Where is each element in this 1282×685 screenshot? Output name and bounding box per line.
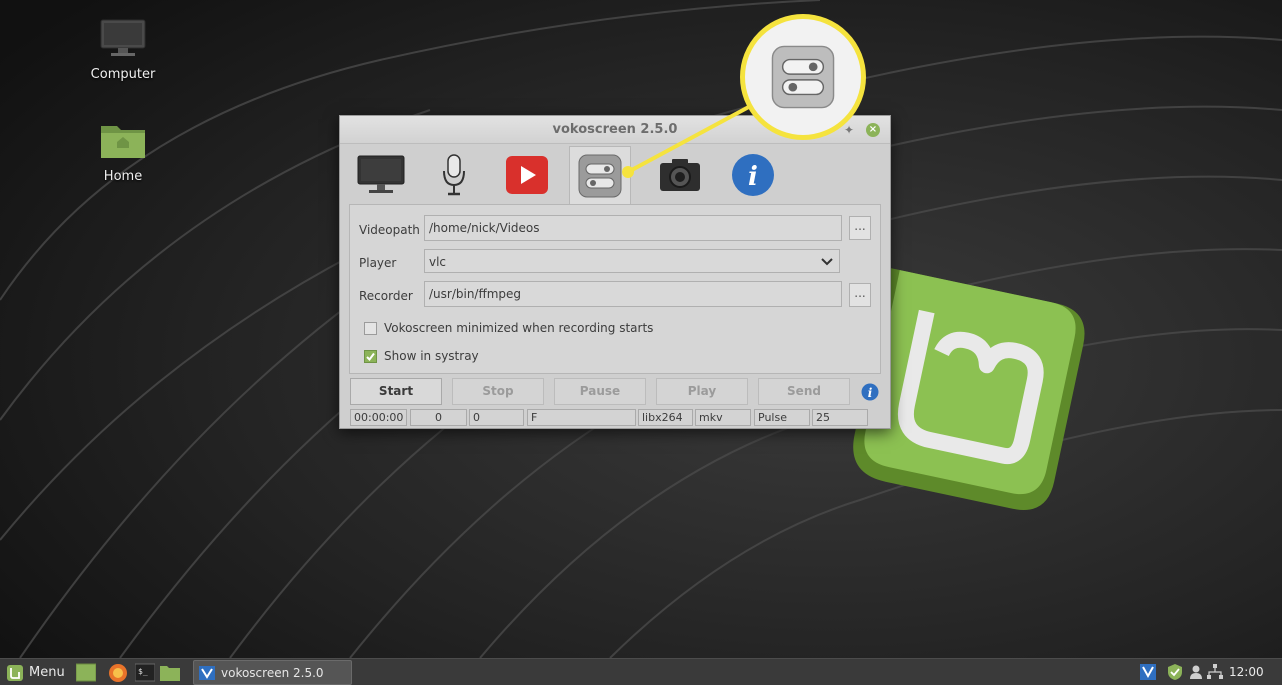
taskbar: Menu $_ vokoscreen 2.5.0 12:00 [0,658,1282,685]
systray-checkbox[interactable] [364,349,377,363]
desktop-icon-label: Computer [90,67,156,82]
stop-button[interactable]: Stop [452,378,544,405]
video-play-icon [506,156,548,194]
minimized-checkbox[interactable] [364,321,377,335]
microphone-icon [443,154,465,196]
status-time: 00:00:00 [350,409,407,426]
close-icon[interactable]: × [866,123,880,137]
checkmark-icon [366,352,375,361]
mint-menu-icon [7,664,23,681]
camera-icon [660,159,700,191]
player-label: Player [359,256,397,270]
menu-label: Menu [29,665,65,680]
tab-videoplayer[interactable] [496,146,558,204]
home-folder-icon [101,126,145,158]
settings-toggle-icon [771,45,835,109]
callout-magnifier [740,14,866,140]
network-icon[interactable] [1207,664,1223,680]
systray-option[interactable]: Show in systray [364,349,479,363]
desktop-icon-label: Home [103,169,143,184]
videopath-field[interactable]: /home/nick/Videos [424,215,842,241]
taskbar-window-label: vokoscreen 2.5.0 [221,665,324,680]
recorder-field[interactable]: /usr/bin/ffmpeg [424,281,842,307]
desktop-icon-home[interactable]: Home [73,120,173,184]
player-select-value: vlc [429,255,447,269]
systray-label: Show in systray [384,349,479,363]
tab-bar: i [350,146,882,204]
send-button[interactable]: Send [758,378,850,405]
chevron-down-icon [821,258,833,266]
show-desktop-icon[interactable] [76,663,96,682]
status-size: 0 [469,409,524,426]
computer-icon [100,19,146,56]
status-fps: 25 [812,409,868,426]
user-icon[interactable] [1188,664,1204,680]
tab-camera[interactable] [649,146,711,204]
tab-screen[interactable] [350,146,412,204]
vokoscreen-window: vokoscreen 2.5.0 ✦ × i Videopath /home/n… [339,115,891,429]
player-select[interactable]: vlc [424,249,840,273]
monitor-icon [357,155,405,193]
svg-text:$_: $_ [138,667,148,676]
status-codec: libx264 [638,409,693,426]
status-container: mkv [695,409,751,426]
desktop-icon-computer[interactable]: Computer [73,18,173,82]
vokoscreen-tray-icon[interactable] [1140,664,1156,680]
shield-icon[interactable] [1167,664,1183,680]
svg-text:i: i [868,386,873,400]
minimized-option[interactable]: Vokoscreen minimized when recording star… [364,321,653,335]
pin-icon[interactable]: ✦ [844,123,854,137]
settings-panel: Videopath /home/nick/Videos ... Player v… [349,204,881,374]
play-button[interactable]: Play [656,378,748,405]
settings-toggle-icon [578,154,622,197]
tab-audio[interactable] [423,146,485,204]
pause-button[interactable]: Pause [554,378,646,405]
recorder-label: Recorder [359,289,413,303]
clock[interactable]: 12:00 [1229,665,1264,679]
terminal-icon[interactable]: $_ [135,663,155,682]
status-audio: Pulse [754,409,810,426]
tab-settings[interactable] [569,146,631,204]
recorder-browse-button[interactable]: ... [849,283,871,307]
status-frames: 0 [410,409,467,426]
info-icon: i [732,154,774,196]
start-button[interactable]: Start [350,378,442,405]
taskbar-window-item[interactable]: vokoscreen 2.5.0 [193,660,352,685]
videopath-label: Videopath [359,223,420,237]
firefox-icon[interactable] [108,663,128,682]
menu-button[interactable]: Menu [6,662,65,683]
info-icon[interactable]: i [861,383,879,401]
minimized-label: Vokoscreen minimized when recording star… [384,321,654,335]
vokoscreen-app-icon [199,665,215,680]
files-icon[interactable] [160,663,180,682]
tab-about[interactable]: i [722,146,784,204]
status-format: F [527,409,636,426]
svg-text:i: i [748,162,758,192]
videopath-browse-button[interactable]: ... [849,216,871,240]
